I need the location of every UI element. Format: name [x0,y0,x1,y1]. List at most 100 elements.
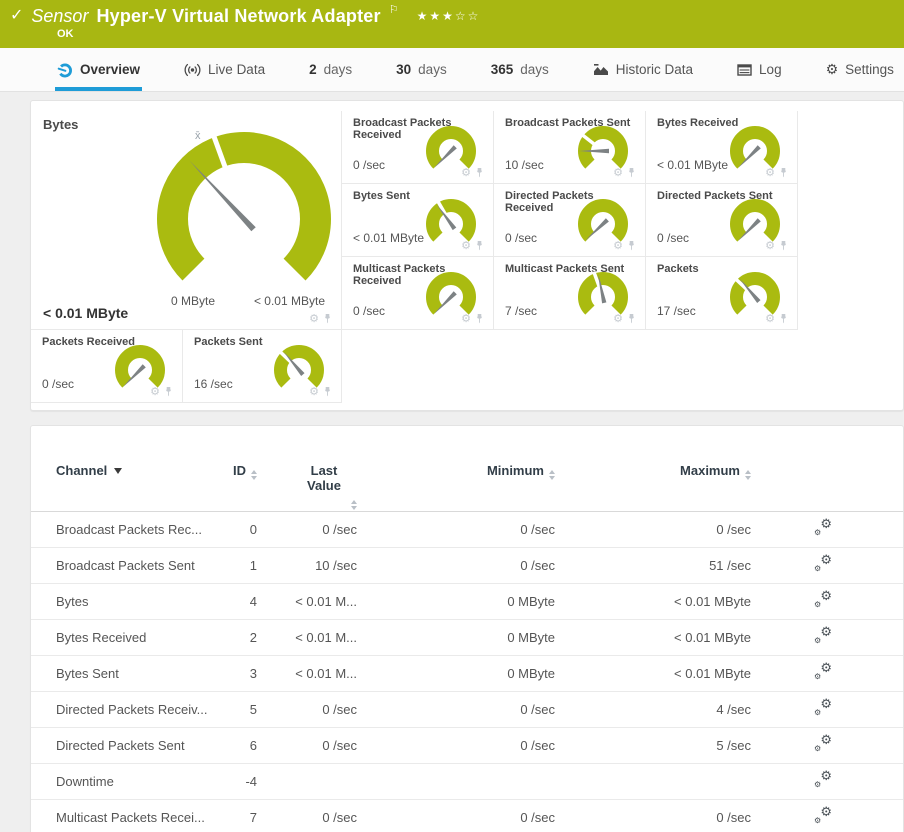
channels-table-panel: Channel ID Last Value Minimum Maximum Br… [30,425,904,832]
gauge-card[interactable]: Directed Packets Sent 0 /sec ⚙ [646,184,798,257]
cell-channel[interactable]: Downtime [31,764,221,800]
cell-id: 6 [249,738,257,753]
status-check-icon: ✓ [10,7,24,24]
tab-settings[interactable]: ⚙ Settings [824,48,896,91]
gauge-card[interactable]: Directed Packets Received 0 /sec ⚙ [494,184,646,257]
channel-settings-icon[interactable]: ⚙ ⚙ [813,662,833,681]
column-header-settings [753,426,893,512]
sensor-word: Sensor [31,6,89,26]
sort-icon [549,470,555,480]
gear-icon[interactable]: ⚙ [461,167,471,178]
pin-icon[interactable] [779,240,788,251]
cell-channel[interactable]: Broadcast Packets Sent [31,548,221,584]
pin-icon[interactable] [475,167,484,178]
table-row: Directed Packets Receiv... 5 0 /sec 0 /sec 4… [31,692,903,728]
cell-channel[interactable]: Bytes Sent [31,656,221,692]
gear-icon[interactable]: ⚙ [461,240,471,251]
tab-30-days[interactable]: 30 days [394,48,449,91]
main-content: Bytes x̄ 0 MByte < 0.01 MByte < 0.01 MBy… [0,92,904,832]
column-header-channel[interactable]: Channel [31,426,221,512]
gauge-value: < 0.01 MByte [657,158,729,172]
pin-icon[interactable] [779,313,788,324]
channel-settings-icon[interactable]: ⚙ ⚙ [813,806,833,825]
gauge-icon [57,63,72,77]
tab-log[interactable]: Log [735,48,784,91]
cell-channel[interactable]: Directed Packets Sent [31,728,221,764]
pin-icon[interactable] [323,386,332,397]
cell-id: 7 [249,810,257,825]
gauge-card[interactable]: Multicast Packets Sent 7 /sec ⚙ [494,257,646,330]
gear-icon[interactable]: ⚙ [309,386,319,397]
gear-icon[interactable]: ⚙ [765,240,775,251]
gauge-card[interactable]: Packets Sent 16 /sec ⚙ [183,330,342,403]
table-row: Downtime -4 ⚙ ⚙ [31,764,903,800]
cell-channel[interactable]: Broadcast Packets Rec... [31,512,221,548]
cell-last-value: 10 /sec [315,558,357,573]
gauge-card[interactable]: Packets 17 /sec ⚙ [646,257,798,330]
tab-prefix: 365 [490,62,514,77]
cell-channel[interactable]: Directed Packets Receiv... [31,692,221,728]
gauge-card[interactable]: Packets Received 0 /sec ⚙ [31,330,183,403]
gauge-card[interactable]: Broadcast Packets Sent 10 /sec ⚙ [494,111,646,184]
channel-settings-icon[interactable]: ⚙ ⚙ [813,770,833,789]
channel-settings-icon[interactable]: ⚙ ⚙ [813,734,833,753]
pin-icon[interactable] [475,240,484,251]
tab-overview[interactable]: Overview [55,48,143,91]
tab-bar: Overview Live Data 2 days 30 days 365 da… [0,48,904,92]
pin-icon[interactable] [627,313,636,324]
gear-icon[interactable]: ⚙ [613,167,623,178]
gear-icon[interactable]: ⚙ [765,167,775,178]
gear-icon[interactable]: ⚙ [765,313,775,324]
priority-stars[interactable]: ★★★☆☆ [417,5,481,27]
pin-icon[interactable] [627,167,636,178]
tab-historic-data[interactable]: Historic Data [591,48,695,91]
pin-icon[interactable] [164,386,173,397]
channel-settings-icon[interactable]: ⚙ ⚙ [813,590,833,609]
channels-table: Channel ID Last Value Minimum Maximum Br… [31,426,903,832]
stars-filled[interactable]: ★★★ [417,9,455,23]
stars-empty[interactable]: ☆☆ [455,9,481,23]
tab-prefix: 30 [396,62,412,77]
gauge-card[interactable]: Bytes Sent < 0.01 MByte ⚙ [342,184,494,257]
pin-icon[interactable] [627,240,636,251]
gauge-value: 16 /sec [194,377,233,391]
cell-last-value [259,764,359,800]
gauges-panel: Bytes x̄ 0 MByte < 0.01 MByte < 0.01 MBy… [30,100,904,411]
column-header-maximum[interactable]: Maximum [557,426,753,512]
column-header-id[interactable]: ID [221,426,259,512]
gear-icon[interactable]: ⚙ [613,240,623,251]
channel-settings-icon[interactable]: ⚙ ⚙ [813,626,833,645]
cell-maximum: 4 /sec [716,702,751,717]
pin-icon[interactable] [779,167,788,178]
channel-settings-icon[interactable]: ⚙ ⚙ [813,554,833,573]
column-header-last-value[interactable]: Last Value [259,426,359,512]
cell-maximum: < 0.01 MByte [674,666,751,681]
gauge-card[interactable]: Broadcast Packets Received 0 /sec ⚙ [342,111,494,184]
live-data-icon [184,63,201,76]
gear-icon[interactable]: ⚙ [309,313,319,324]
channel-settings-icon[interactable]: ⚙ ⚙ [813,518,833,537]
cell-channel[interactable]: Bytes [31,584,221,620]
cell-channel[interactable]: Multicast Packets Recei... [31,800,221,832]
tab-2-days[interactable]: 2 days [307,48,354,91]
tab-365-days[interactable]: 365 days [489,48,551,91]
column-header-minimum[interactable]: Minimum [359,426,557,512]
pin-icon[interactable] [323,313,332,324]
channel-settings-icon[interactable]: ⚙ ⚙ [813,698,833,717]
tab-label: days [418,62,447,77]
flag-icon[interactable]: ⚐ [389,0,399,21]
gear-icon[interactable]: ⚙ [613,313,623,324]
cell-id: 4 [249,594,257,609]
cell-minimum: 0 /sec [520,522,555,537]
gauge-card-bytes[interactable]: Bytes x̄ 0 MByte < 0.01 MByte < 0.01 MBy… [31,111,342,330]
tab-live-data[interactable]: Live Data [182,48,267,91]
tab-label: Overview [80,62,141,77]
gauge-card[interactable]: Multicast Packets Received 0 /sec ⚙ [342,257,494,330]
pin-icon[interactable] [475,313,484,324]
cell-minimum: 0 /sec [520,738,555,753]
sensor-title: Hyper-V Virtual Network Adapter [96,6,381,26]
gauge-card[interactable]: Bytes Received < 0.01 MByte ⚙ [646,111,798,184]
cell-channel[interactable]: Bytes Received [31,620,221,656]
gear-icon[interactable]: ⚙ [150,386,160,397]
gear-icon[interactable]: ⚙ [461,313,471,324]
